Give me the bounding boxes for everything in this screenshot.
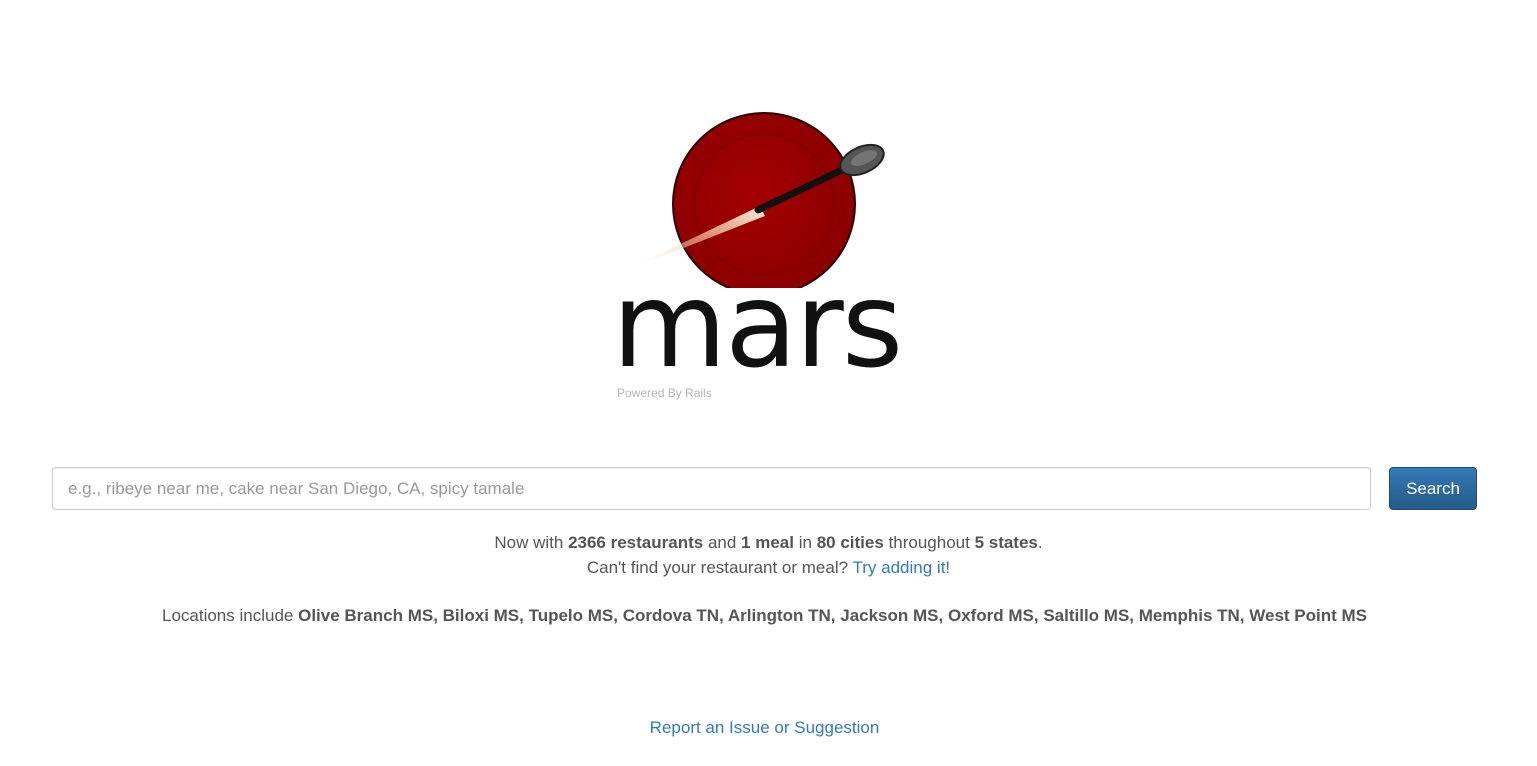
search-button[interactable]: Search [1389,467,1477,510]
add-prompt-line: Can't find your restaurant or meal? Try … [0,555,1537,580]
stats-summary: Now with 2366 restaurants and 1 meal in … [0,530,1537,580]
locations-list: Olive Branch MS, Biloxi MS, Tupelo MS, C… [298,606,1367,625]
add-prompt-text: Can't find your restaurant or meal? [586,558,849,577]
stats-and: and [707,533,737,552]
logo-wordmark: mars [612,256,903,394]
footer: Report an Issue or Suggestion [0,717,1529,739]
stats-in: in [798,533,812,552]
logo-tagline: Powered By Rails [617,386,712,400]
stats-throughout: throughout [888,533,970,552]
stats-period: . [1037,533,1043,552]
city-count: 80 cities [816,533,884,552]
page: mars Powered By Rails Search Now with 23… [0,0,1537,766]
restaurant-count: 2366 restaurants [568,533,704,552]
state-count: 5 states [974,533,1038,552]
stats-prefix: Now with [494,533,564,552]
meal-count: 1 meal [741,533,794,552]
locations-line: Locations include Olive Branch MS, Bilox… [0,605,1529,627]
locations-prefix: Locations include [161,606,294,625]
search-input[interactable] [52,467,1371,510]
search-form: Search [52,467,1477,510]
logo: mars Powered By Rails [600,108,940,408]
try-adding-link[interactable]: Try adding it! [853,558,951,577]
report-issue-link[interactable]: Report an Issue or Suggestion [650,718,880,737]
stats-line: Now with 2366 restaurants and 1 meal in … [0,530,1537,555]
